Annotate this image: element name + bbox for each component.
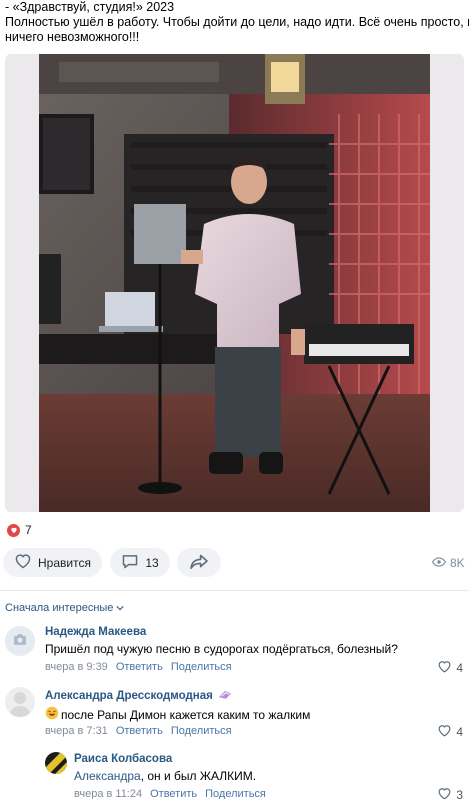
- comment-like-button[interactable]: 4: [437, 660, 463, 676]
- comment-like-button[interactable]: 4: [437, 724, 463, 740]
- reactions-count: 7: [25, 523, 32, 537]
- share-link[interactable]: Поделиться: [205, 788, 266, 799]
- post-text-line: ничего невозможного!!!: [5, 30, 140, 44]
- studio-photo-illustration: [39, 54, 430, 512]
- comment-text-content: , он и был ЖАЛКИМ.: [140, 769, 257, 783]
- avatar[interactable]: [45, 752, 67, 774]
- post-text-line: - «Здравствуй, студия!» 2023: [5, 0, 175, 14]
- reply-mention[interactable]: Александра: [74, 769, 141, 783]
- views-count: 8K: [450, 556, 465, 570]
- comment-likes-count: 4: [456, 661, 463, 675]
- comment-author[interactable]: Надежда Макеева: [45, 626, 146, 638]
- comment-author[interactable]: Раиса Колбасова: [74, 753, 172, 765]
- comments-sort-dropdown[interactable]: Сначала интересные: [5, 602, 125, 614]
- chevron-down-icon: [116, 602, 125, 614]
- post-text-line: Полностью ушёл в работу. Чтобы дойти до …: [5, 15, 469, 29]
- heart-icon: [14, 553, 32, 572]
- share-icon: [189, 553, 209, 572]
- comment-time[interactable]: вчера в 11:24: [74, 788, 142, 799]
- comments-sort-label: Сначала интересные: [5, 602, 114, 614]
- eye-icon: [431, 556, 447, 570]
- heart-reaction-icon: [7, 523, 20, 537]
- comment-text-content: после Рапы Димон кажется каким то жалким: [61, 707, 311, 722]
- share-link[interactable]: Поделиться: [171, 725, 232, 737]
- reply-link[interactable]: Ответить: [116, 725, 163, 737]
- comment-icon: [121, 553, 139, 572]
- camera-icon: [12, 633, 28, 649]
- comments-count: 13: [145, 555, 159, 570]
- comment-text: Пришёл под чужую песню в судорогах подёр…: [45, 642, 398, 656]
- post-text: - «Здравствуй, студия!» 2023 Полностью у…: [5, 0, 469, 45]
- like-button-label: Нравится: [38, 555, 91, 570]
- comment-button[interactable]: 13: [110, 548, 170, 577]
- reactions-summary[interactable]: 7: [7, 523, 32, 537]
- reply-link[interactable]: Ответить: [150, 788, 197, 799]
- comment-time[interactable]: вчера в 9:39: [45, 661, 108, 673]
- heart-icon: [437, 660, 452, 676]
- comment-like-button[interactable]: 3: [437, 787, 463, 799]
- comment-author[interactable]: Александра Дресскодмодная: [45, 689, 232, 703]
- comment-text: после Рапы Димон кажется каким то жалким: [45, 706, 310, 723]
- laughing-emoji-icon: [45, 706, 59, 723]
- comment-meta: вчера в 9:39 Ответить Поделиться: [45, 661, 232, 673]
- share-button[interactable]: [177, 548, 221, 577]
- avatar[interactable]: [5, 687, 35, 717]
- comment-author-name: Александра Дресскодмодная: [45, 690, 213, 703]
- comment-text: Александра, он и был ЖАЛКИМ.: [74, 769, 256, 783]
- reply-link[interactable]: Ответить: [116, 661, 163, 673]
- comment-likes-count: 4: [456, 725, 463, 739]
- post-photo-frame[interactable]: [5, 54, 464, 512]
- comment-meta: вчера в 11:24 Ответить Поделиться: [74, 788, 266, 799]
- comment-likes-count: 3: [456, 788, 463, 799]
- comment-time[interactable]: вчера в 7:31: [45, 725, 108, 737]
- avatar[interactable]: [5, 626, 35, 656]
- heart-icon: [437, 787, 452, 799]
- divider: [0, 590, 469, 591]
- share-link[interactable]: Поделиться: [171, 661, 232, 673]
- badge-icon: [218, 689, 232, 703]
- views-counter: 8K: [431, 556, 465, 570]
- heart-icon: [437, 724, 452, 740]
- like-button[interactable]: Нравится: [3, 548, 102, 577]
- comment-meta: вчера в 7:31 Ответить Поделиться: [45, 725, 232, 737]
- post-photo[interactable]: [39, 54, 430, 512]
